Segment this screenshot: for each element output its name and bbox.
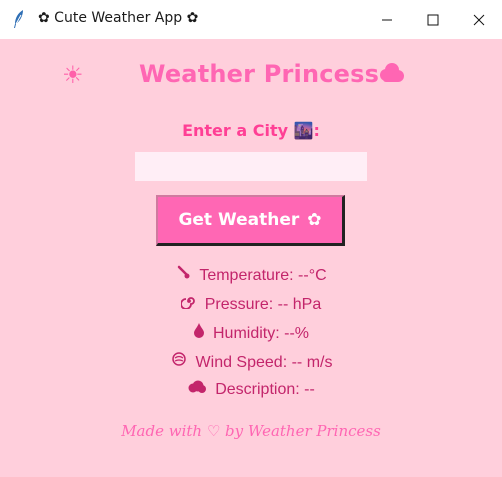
get-weather-label: Get Weather xyxy=(178,210,300,230)
droplet-icon xyxy=(193,322,205,343)
window-title: ✿ Cute Weather App ✿ xyxy=(38,10,199,26)
description-line: Description: -- xyxy=(0,380,502,399)
app-window: ✿ Cute Weather App ✿ ☀ Weather Princess … xyxy=(0,0,502,477)
sun-icon: ☀ xyxy=(62,61,84,89)
close-button[interactable] xyxy=(456,0,502,39)
flower-icon: ✿ xyxy=(307,210,322,230)
cloud-small-icon xyxy=(187,380,207,399)
cloud-icon xyxy=(380,63,404,82)
close-icon xyxy=(473,14,485,25)
city-label: Enter a City 🌆: xyxy=(182,121,320,140)
description-text: Description: -- xyxy=(215,381,315,398)
humidity-line: Humidity: --% xyxy=(0,322,502,343)
city-input[interactable] xyxy=(135,152,367,181)
temperature-text: Temperature: --°C xyxy=(199,267,327,284)
title-bar: ✿ Cute Weather App ✿ xyxy=(0,0,502,39)
app-heading: Weather Princess xyxy=(139,60,380,88)
wind-line: Wind Speed: -- m/s xyxy=(0,351,502,372)
spiral-icon xyxy=(179,293,197,314)
maximize-icon xyxy=(427,14,439,25)
feather-icon xyxy=(14,10,23,28)
wind-text: Wind Speed: -- m/s xyxy=(195,354,333,371)
get-weather-button[interactable]: Get Weather ✿ xyxy=(156,195,345,246)
minimize-button[interactable] xyxy=(364,0,410,39)
temperature-line: Temperature: --°C xyxy=(0,264,502,285)
thermometer-icon xyxy=(175,264,191,285)
pressure-text: Pressure: -- hPa xyxy=(204,296,322,313)
maximize-button[interactable] xyxy=(410,0,456,39)
minimize-icon xyxy=(382,19,392,20)
humidity-text: Humidity: --% xyxy=(212,325,309,342)
pressure-line: Pressure: -- hPa xyxy=(0,293,502,314)
footer-credit: Made with ♡ by Weather Princess xyxy=(121,422,381,440)
wind-icon xyxy=(170,351,188,372)
